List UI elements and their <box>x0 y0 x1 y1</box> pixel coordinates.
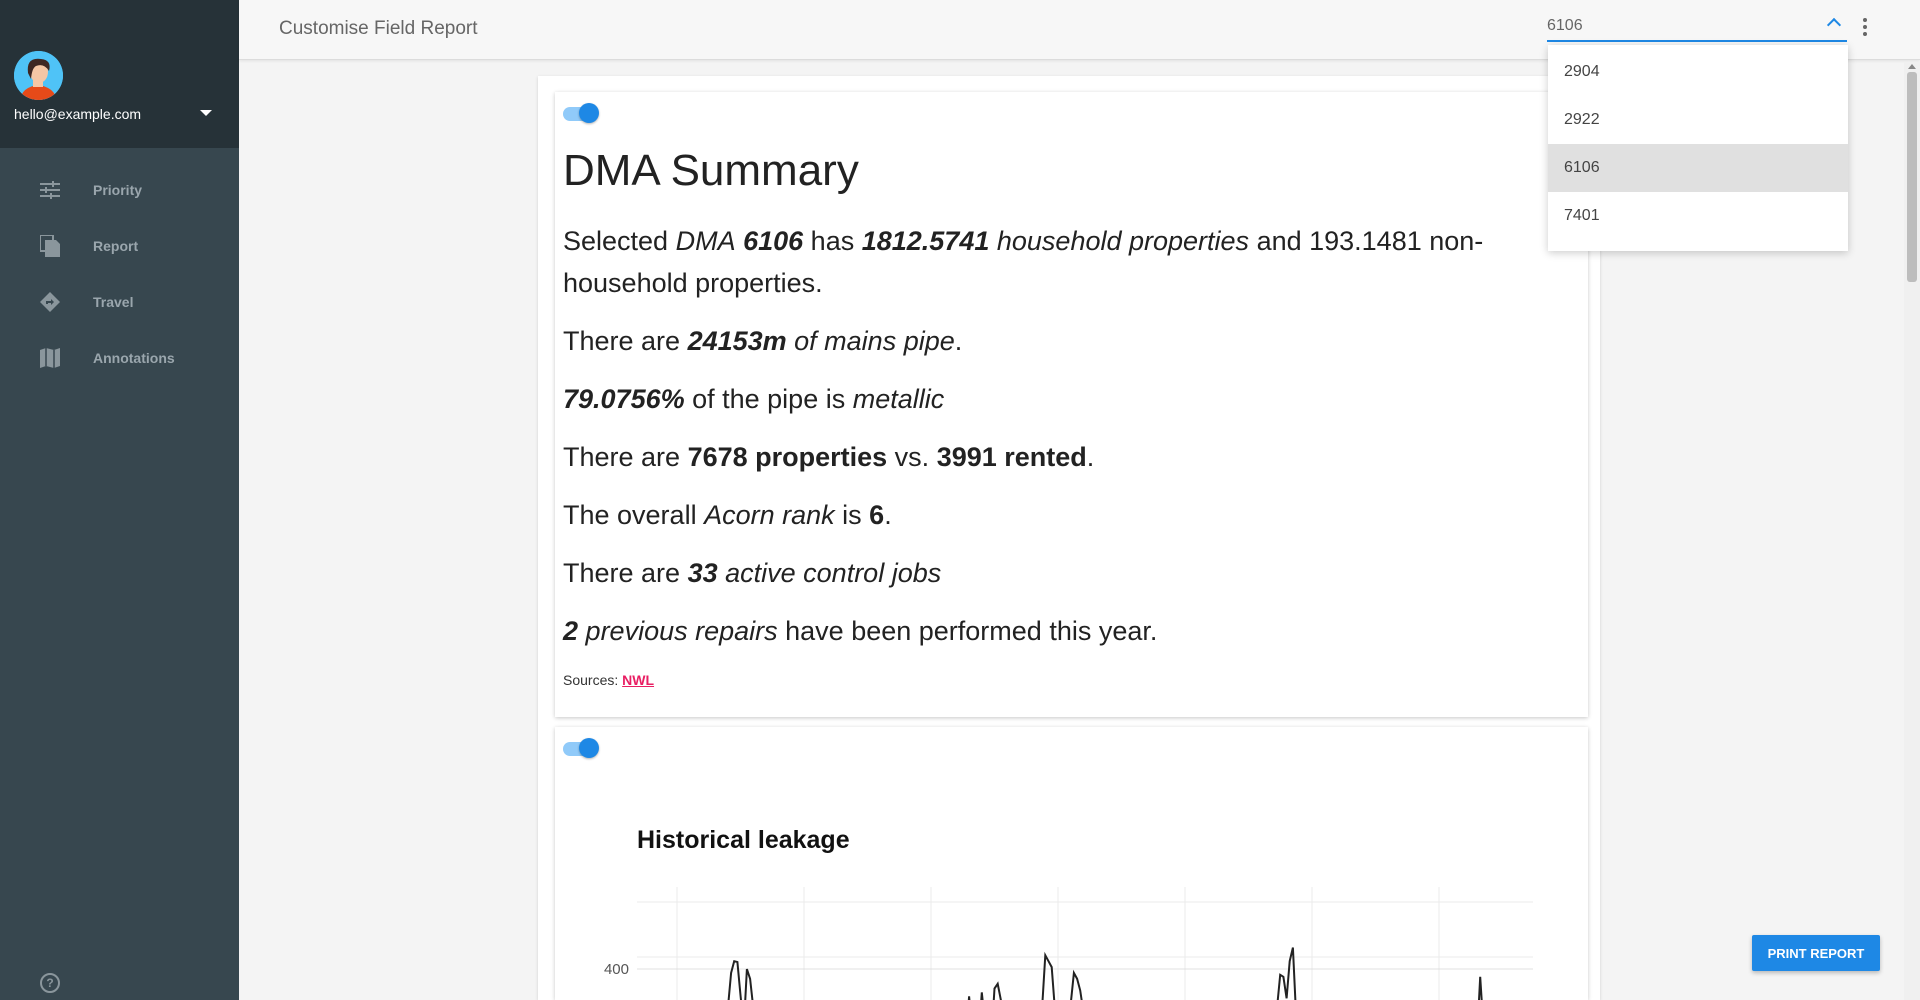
summary-line-acorn: The overall Acorn rank is 6. <box>563 500 892 530</box>
sidebar-item-priority[interactable]: Priority <box>0 162 239 218</box>
more-vert-icon[interactable] <box>1861 18 1869 40</box>
series-line <box>727 947 1483 1000</box>
avatar[interactable] <box>14 51 63 100</box>
dma-option-2904[interactable]: 2904 <box>1548 48 1848 96</box>
summary-body: Selected DMA 6106 has 1812.5741 househol… <box>563 220 1573 668</box>
sources: Sources: NWL <box>563 672 655 688</box>
leakage-chart: Historical leakage 400 <box>604 826 1533 1000</box>
sliders-icon <box>39 179 61 201</box>
summary-line-properties: Selected DMA 6106 has 1812.5741 househol… <box>563 226 1484 298</box>
leakage-chart-card: Historical leakage 400 <box>555 727 1588 1000</box>
summary-line-jobs: There are 33 active control jobs <box>563 558 942 588</box>
chevron-up-icon <box>1826 17 1842 33</box>
sidebar: hello@example.com Priority Report Travel <box>0 0 239 1000</box>
dma-option-6106[interactable]: 6106 <box>1548 144 1848 192</box>
section-toggle[interactable] <box>563 737 599 759</box>
account-menu-caret-icon[interactable] <box>200 110 212 116</box>
scrollbar[interactable] <box>1904 62 1920 1000</box>
sidebar-item-label: Report <box>93 238 139 254</box>
chart-title: Historical leakage <box>637 826 850 854</box>
user-email: hello@example.com <box>14 106 142 122</box>
sidebar-item-label: Travel <box>93 294 134 310</box>
dma-dropdown-menu: 2904 2922 6106 7401 <box>1548 45 1848 251</box>
user-panel: hello@example.com <box>0 0 239 148</box>
summary-line-rented: There are 7678 properties vs. 3991 rente… <box>563 442 1095 472</box>
print-report-button[interactable]: PRINT REPORT <box>1752 935 1880 971</box>
document-copy-icon <box>39 235 61 257</box>
scrollbar-thumb[interactable] <box>1907 72 1917 282</box>
toggle-thumb <box>579 738 599 758</box>
sidebar-item-label: Priority <box>93 182 143 198</box>
summary-line-metallic: 79.0756% of the pipe is metallic <box>563 384 945 414</box>
directions-icon <box>39 291 61 313</box>
dma-option-2922[interactable]: 2922 <box>1548 96 1848 144</box>
sidebar-item-report[interactable]: Report <box>0 218 239 274</box>
dma-option-7401[interactable]: 7401 <box>1548 192 1848 240</box>
dma-select[interactable]: 6106 <box>1547 12 1847 42</box>
toggle-thumb <box>579 103 599 123</box>
help-icon[interactable]: ? <box>40 973 60 993</box>
summary-title: DMA Summary <box>563 146 859 195</box>
sidebar-item-travel[interactable]: Travel <box>0 274 239 330</box>
sidebar-nav: Priority Report Travel Annotations <box>0 162 239 386</box>
summary-line-mains: There are 24153m of mains pipe. <box>563 326 963 356</box>
dma-summary-card: DMA Summary Selected DMA 6106 has 1812.5… <box>555 92 1588 717</box>
scroll-up-icon[interactable] <box>1908 64 1916 69</box>
sources-link[interactable]: NWL <box>622 672 654 688</box>
dma-select-value: 6106 <box>1547 17 1583 34</box>
section-toggle[interactable] <box>563 102 599 124</box>
sidebar-item-annotations[interactable]: Annotations <box>0 330 239 386</box>
summary-line-repairs: 2 previous repairs have been performed t… <box>563 616 1158 646</box>
page-title: Customise Field Report <box>279 18 478 39</box>
avatar-icon <box>14 51 63 100</box>
y-tick-label: 400 <box>604 961 629 978</box>
sidebar-item-label: Annotations <box>93 350 175 366</box>
map-icon <box>39 347 61 369</box>
